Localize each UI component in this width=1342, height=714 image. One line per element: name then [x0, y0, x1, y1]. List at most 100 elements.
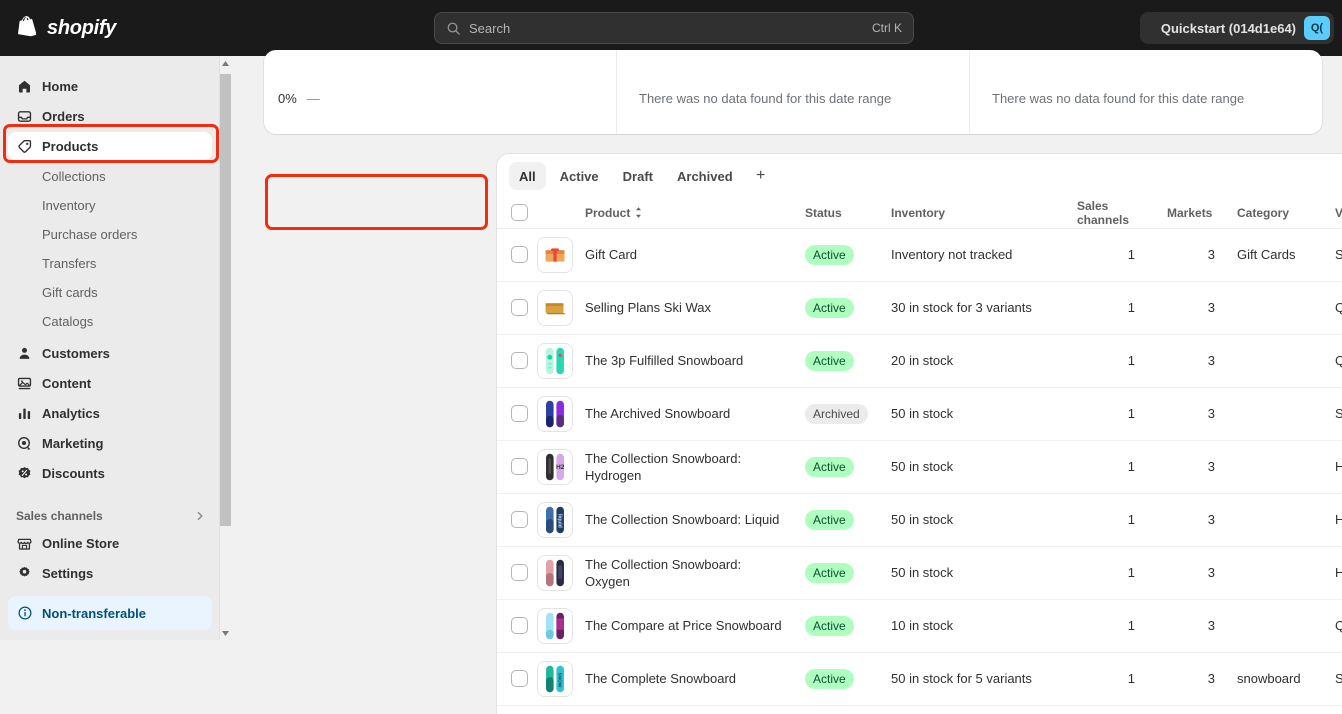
column-header-status: Status: [805, 198, 891, 229]
row-checkbox[interactable]: [511, 617, 528, 634]
shopify-wordmark: shopify: [47, 16, 117, 39]
row-checkbox[interactable]: [511, 352, 528, 369]
row-checkbox[interactable]: [511, 405, 528, 422]
row-vendor-cell: Quickstart (014d1e64): [1335, 334, 1342, 388]
row-status-cell: Active: [805, 334, 891, 388]
column-header-product[interactable]: Product: [585, 198, 805, 229]
row-product-cell[interactable]: The Collection Snowboard: Hydrogen: [585, 440, 805, 494]
select-all-checkbox[interactable]: [511, 204, 528, 222]
tab-label: Draft: [622, 168, 653, 184]
row-product-cell[interactable]: The Complete Snowboard: [585, 652, 805, 706]
sidebar-item-purchase-orders[interactable]: Purchase orders: [8, 220, 212, 248]
sidebar-item-gift-cards[interactable]: Gift cards: [8, 278, 212, 306]
sidebar-item-online-store[interactable]: Online Store: [8, 529, 212, 557]
search-input[interactable]: Search Ctrl K: [434, 12, 914, 44]
row-product-cell[interactable]: The 3p Fulfilled Snowboard: [585, 334, 805, 388]
row-checkbox[interactable]: [511, 458, 528, 475]
table-row[interactable]: SNOW The Complete Snowboard Active 50 in…: [497, 652, 1342, 706]
product-name: The Collection Snowboard: Liquid: [585, 512, 780, 527]
table-row[interactable]: Selling Plans Ski Wax Active 30 in stock…: [497, 281, 1342, 335]
account-name: Quickstart (014d1e64): [1160, 20, 1296, 36]
snowboard-mint-thumb: [537, 342, 573, 379]
table-row[interactable]: liquid The Collection Snowboard: Liquid …: [497, 493, 1342, 547]
person-icon: [19, 347, 30, 359]
sidebar-item-orders[interactable]: Orders: [8, 102, 212, 130]
sidebar-scrollbar[interactable]: [219, 56, 232, 640]
sidebar-item-collections[interactable]: Collections: [8, 162, 212, 190]
sidebar-item-inventory[interactable]: Inventory: [8, 191, 212, 219]
account-menu-button[interactable]: Quickstart (014d1e64) Q(: [1148, 12, 1334, 44]
row-product-cell[interactable]: The Collection Snowboard: Liquid: [585, 493, 805, 547]
table-row[interactable]: Gift Card Active Inventory not tracked 1…: [497, 228, 1342, 282]
row-product-cell[interactable]: The Compare at Price Snowboard: [585, 599, 805, 653]
row-select-cell: [497, 334, 537, 388]
row-status-cell: Active: [805, 652, 891, 706]
row-category-cell: [1237, 281, 1335, 335]
column-header-inventory: Inventory: [891, 198, 1077, 229]
row-checkbox[interactable]: [511, 299, 528, 316]
scrollbar-thumb[interactable]: [220, 74, 231, 526]
scroll-down-arrow[interactable]: [219, 626, 232, 640]
sidebar-item-home[interactable]: Home: [8, 72, 212, 100]
sidebar-item-settings[interactable]: Settings: [8, 559, 212, 587]
sidebar-item-catalogs[interactable]: Catalogs: [8, 307, 212, 335]
row-product-cell[interactable]: Gift Card: [585, 228, 805, 282]
row-product-cell[interactable]: Selling Plans Ski Wax: [585, 281, 805, 335]
gear-icon: [19, 566, 30, 577]
scroll-up-arrow[interactable]: [219, 56, 232, 70]
top-bar: shopify Search Ctrl K Quickstart (014d1e…: [0, 0, 1342, 56]
discount-icon: [18, 466, 31, 478]
sidebar-item-label: Discounts: [42, 465, 105, 481]
caret-up-icon: [222, 60, 229, 66]
caret-down-icon: [222, 630, 229, 636]
sales-channels-section-header[interactable]: Sales channels: [8, 503, 212, 529]
row-category-cell: [1237, 334, 1335, 388]
row-product-cell[interactable]: The Archived Snowboard: [585, 387, 805, 441]
chevron-right-icon: [197, 511, 203, 521]
row-sales-channels-cell: 1: [1077, 440, 1167, 494]
product-name: The Compare at Price Snowboard: [585, 618, 782, 633]
snowboard-blue-purple-thumb: [537, 395, 573, 432]
row-select-cell: [497, 599, 537, 653]
row-vendor-cell: Snowboard Vendor: [1335, 228, 1342, 282]
row-inventory-cell: 50 in stock: [891, 440, 1077, 494]
row-category-cell: [1237, 599, 1335, 653]
row-checkbox[interactable]: [511, 564, 528, 581]
tab-archived[interactable]: Archived: [667, 162, 743, 190]
row-product-cell[interactable]: The Collection Snowboard: Oxygen: [585, 546, 805, 600]
sidebar-item-marketing[interactable]: Marketing: [8, 429, 212, 457]
add-tab-button[interactable]: +: [747, 162, 775, 190]
sidebar-item-customers[interactable]: Customers: [8, 339, 212, 367]
row-thumbnail-cell: [537, 599, 585, 653]
tab-label: All: [519, 168, 536, 184]
row-checkbox[interactable]: [511, 246, 528, 263]
sidebar-item-analytics[interactable]: Analytics: [8, 399, 212, 427]
row-sales-channels-cell: 1: [1077, 387, 1167, 441]
snowboard-dark-lilac-thumb: H2: [537, 448, 573, 485]
row-thumbnail-cell: [537, 546, 585, 600]
tab-active[interactable]: Active: [550, 162, 609, 190]
row-status-cell: Active: [805, 599, 891, 653]
tab-draft[interactable]: Draft: [613, 162, 663, 190]
row-checkbox[interactable]: [511, 670, 528, 687]
sales-channels-label: Sales channels: [16, 509, 103, 523]
sidebar-item-transfers[interactable]: Transfers: [8, 249, 212, 277]
row-checkbox[interactable]: [511, 511, 528, 528]
row-thumbnail-cell: [537, 334, 585, 388]
svg-text:SNOW: SNOW: [556, 672, 562, 687]
row-status-cell: Active: [805, 228, 891, 282]
table-row[interactable]: The Collection Snowboard: Oxygen Active …: [497, 546, 1342, 600]
tab-all[interactable]: All: [509, 162, 546, 190]
table-row[interactable]: The Compare at Price Snowboard Active 10…: [497, 599, 1342, 653]
table-row[interactable]: H2 The Collection Snowboard: Hydrogen Ac…: [497, 440, 1342, 494]
status-badge: Active: [805, 350, 854, 371]
sidebar-item-content[interactable]: Content: [8, 369, 212, 397]
non-transferable-banner[interactable]: Non-transferable: [8, 596, 212, 630]
row-category-cell: [1237, 387, 1335, 441]
table-row[interactable]: The Archived Snowboard Archived 50 in st…: [497, 387, 1342, 441]
status-badge: Active: [805, 615, 854, 636]
shopify-logo[interactable]: shopify: [18, 15, 117, 41]
sidebar-item-products[interactable]: Products: [8, 132, 212, 160]
table-row[interactable]: The 3p Fulfilled Snowboard Active 20 in …: [497, 334, 1342, 388]
sidebar-item-discounts[interactable]: Discounts: [8, 459, 212, 487]
